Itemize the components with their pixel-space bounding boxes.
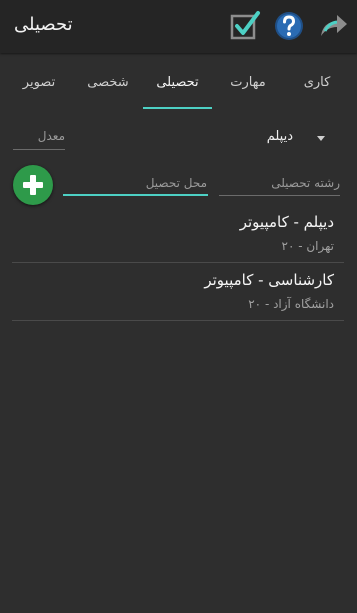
share-icon [321,15,347,36]
field-of-study-underline [219,195,340,196]
field-of-study-input[interactable]: رشته تحصیلی [271,176,340,190]
place-of-study-input[interactable]: محل تحصیل [146,176,207,190]
add-education-button[interactable] [13,165,53,205]
help-icon [275,12,303,40]
page-title: تحصیلی [14,14,73,35]
help-button[interactable] [272,9,306,43]
item-title: کارشناسی - کامپیوتر [204,271,334,289]
tab-work[interactable]: کاری [286,60,348,109]
tab-education[interactable]: تحصیلی [143,60,212,109]
education-list: دیپلم - کامپیوتر تهران - ۲۰ کارشناسی - ک… [12,205,344,321]
tab-photo[interactable]: تصویر [10,60,68,109]
gpa-underline [13,149,65,150]
item-subtitle: دانشگاه آزاد - ۲۰ [248,297,334,311]
list-item[interactable]: کارشناسی - کامپیوتر دانشگاه آزاد - ۲۰ [12,263,344,321]
share-button[interactable] [316,9,350,43]
app-bar: تحصیلی [0,0,357,53]
tab-skills[interactable]: مهارت [214,60,282,109]
degree-spinner[interactable]: دیپلم [267,129,293,144]
place-of-study-underline [63,194,208,196]
checkbox-icon [230,11,260,40]
tab-personal[interactable]: شخصی [74,60,142,109]
confirm-button[interactable] [228,9,262,43]
item-subtitle: تهران - ۲۰ [281,239,335,253]
list-item[interactable]: دیپلم - کامپیوتر تهران - ۲۰ [12,205,344,263]
item-title: دیپلم - کامپیوتر [239,213,334,231]
gpa-input[interactable]: معدل [38,129,65,143]
chevron-down-icon[interactable] [317,136,325,141]
tab-bar: کاری مهارت تحصیلی شخصی تصویر [0,60,357,110]
